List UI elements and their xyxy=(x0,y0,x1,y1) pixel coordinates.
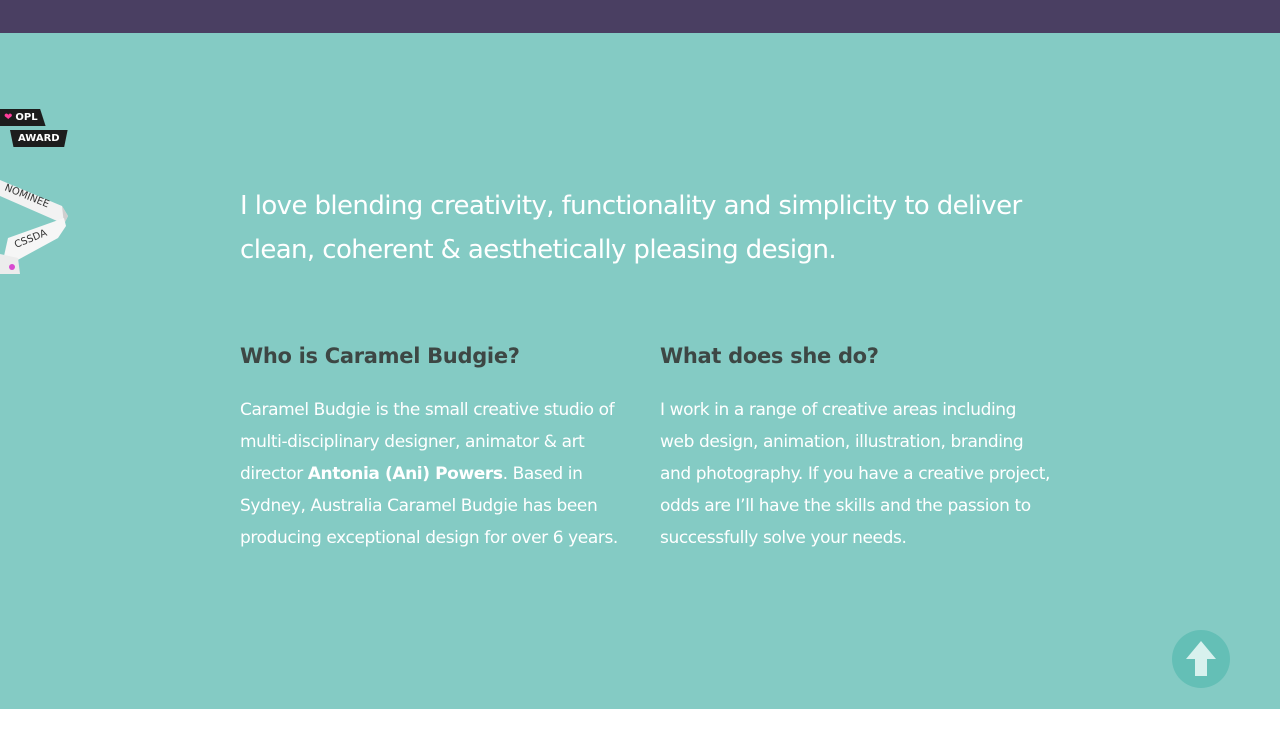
cssda-ribbon-icon: NOMINEE CSSDA xyxy=(0,180,68,274)
top-bar xyxy=(0,0,1280,33)
next-section-edge xyxy=(0,709,1280,738)
intro-line-2: clean, coherent & aesthetically pleasing… xyxy=(240,235,837,265)
who-text: Caramel Budgie is the small creative stu… xyxy=(240,394,630,554)
opl-badge-top: ❤ OPL xyxy=(0,109,46,126)
arrow-up-icon xyxy=(1186,641,1216,676)
who-column: Who is Caramel Budgie? Caramel Budgie is… xyxy=(240,340,630,554)
what-heading: What does she do? xyxy=(660,344,879,368)
back-to-top-button[interactable] xyxy=(1172,630,1230,688)
who-heading: Who is Caramel Budgie? xyxy=(240,344,520,368)
what-column: What does she do? I work in a range of c… xyxy=(660,340,1050,554)
about-section xyxy=(0,33,1280,709)
opl-label: OPL xyxy=(15,112,38,123)
what-text: I work in a range of creative areas incl… xyxy=(660,400,1050,548)
intro-line-1: I love blending creativity, functionalit… xyxy=(240,191,1022,221)
opl-award-label: AWARD xyxy=(10,130,68,147)
intro-statement: I love blending creativity, functionalit… xyxy=(240,184,1040,272)
designer-name: Antonia (Ani) Powers xyxy=(307,464,503,484)
heart-icon: ❤ xyxy=(4,112,13,123)
opl-award-badge[interactable]: ❤ OPL AWARD xyxy=(0,109,70,149)
cssda-nominee-badge[interactable]: NOMINEE CSSDA xyxy=(0,176,70,276)
